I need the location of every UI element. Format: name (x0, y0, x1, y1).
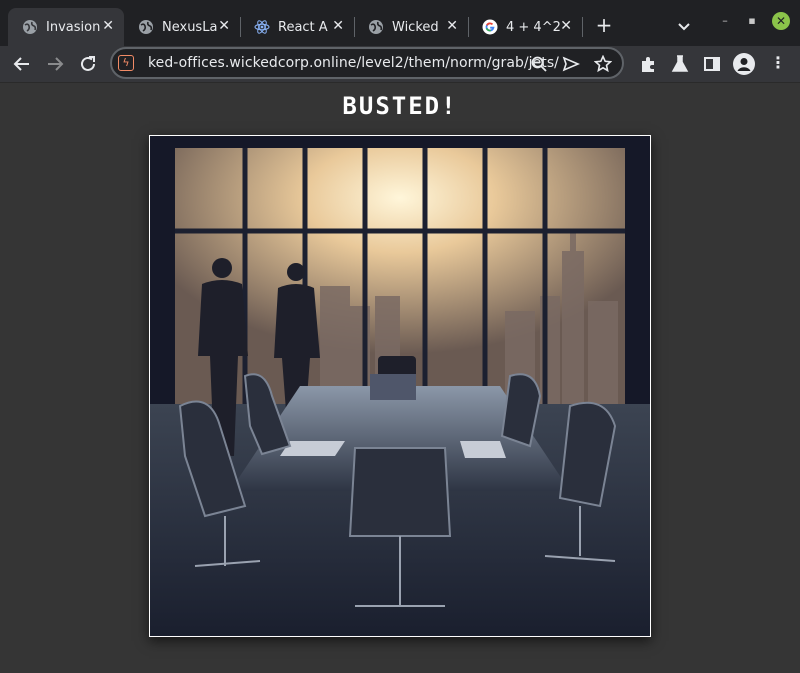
globe-icon (22, 19, 38, 35)
toolbar: ϟ ked-offices.wickedcorp.online/level2/t… (0, 46, 800, 83)
side-panel-icon[interactable] (702, 54, 722, 74)
tab-title: NexusLa (162, 19, 218, 35)
tab-title: React A (278, 19, 328, 35)
tab-react[interactable]: React A ✕ (240, 8, 355, 46)
tab-title: Wicked (392, 19, 439, 35)
tab-title: Invasion (46, 19, 101, 35)
close-tab-icon[interactable]: ✕ (102, 18, 114, 34)
page-heading: BUSTED! (342, 92, 458, 120)
forward-icon[interactable] (43, 52, 67, 76)
lab-flask-icon[interactable] (670, 54, 690, 74)
site-info-icon[interactable]: ϟ (118, 55, 134, 71)
globe-icon (138, 19, 154, 35)
tab-wicked[interactable]: Wicked ✕ (354, 8, 469, 46)
close-window-icon[interactable]: ✕ (772, 12, 790, 30)
kebab-menu-icon[interactable]: ⋮ (770, 54, 786, 74)
boardroom-illustration (150, 136, 650, 636)
globe-icon (368, 19, 384, 35)
url-text[interactable]: ked-offices.wickedcorp.online/level2/the… (148, 55, 559, 71)
zoom-icon[interactable] (530, 55, 548, 73)
extensions-icon[interactable] (638, 54, 658, 74)
tab-google[interactable]: 4 + 4^2 ✕ (468, 8, 583, 46)
bookmark-star-icon[interactable] (593, 54, 613, 73)
profile-avatar-icon[interactable] (733, 53, 755, 75)
send-icon[interactable] (562, 55, 581, 73)
react-icon (254, 19, 270, 35)
tab-invasion[interactable]: Invasion ✕ (8, 8, 124, 46)
reload-icon[interactable] (76, 52, 100, 76)
back-icon[interactable] (10, 52, 34, 76)
close-tab-icon[interactable]: ✕ (446, 18, 458, 34)
google-icon (482, 19, 498, 35)
close-tab-icon[interactable]: ✕ (218, 18, 230, 34)
tab-separator (582, 17, 583, 37)
restore-icon[interactable]: ▪ (744, 13, 760, 29)
close-tab-icon[interactable]: ✕ (560, 18, 572, 34)
close-tab-icon[interactable]: ✕ (332, 18, 344, 34)
tab-strip: Invasion ✕ NexusLa ✕ React A ✕ Wicked ✕ … (0, 0, 800, 46)
minimize-icon[interactable]: – (717, 13, 733, 29)
tab-title: 4 + 4^2 (506, 19, 561, 35)
new-tab-button[interactable]: + (592, 14, 616, 38)
address-bar[interactable]: ϟ ked-offices.wickedcorp.online/level2/t… (110, 47, 624, 79)
boardroom-photo (149, 135, 651, 637)
chevron-down-icon[interactable] (672, 14, 696, 38)
tab-nexusla[interactable]: NexusLa ✕ (124, 8, 241, 46)
